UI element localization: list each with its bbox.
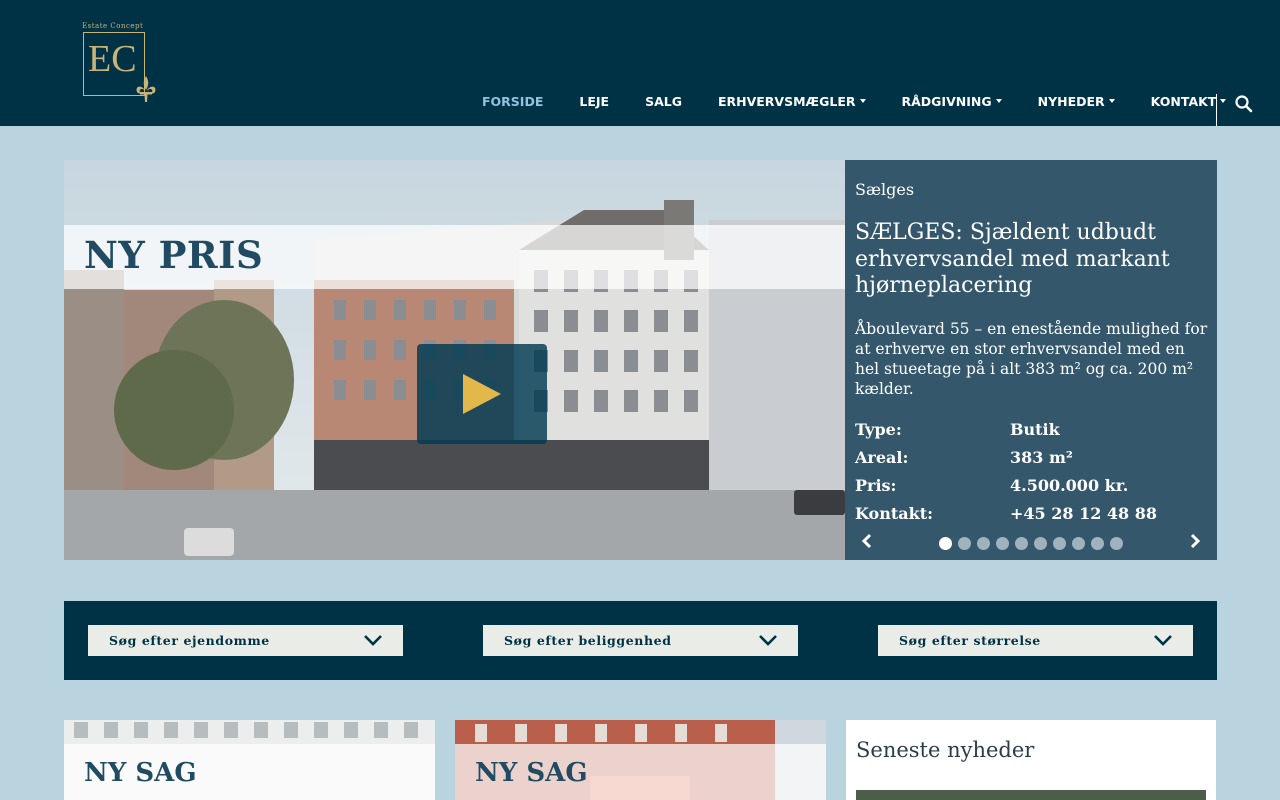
search-icon[interactable] <box>1234 94 1254 114</box>
listing-card-label: NY SAG <box>84 758 197 788</box>
nav-item-raadgivning[interactable]: RÅDGIVNING <box>884 92 1020 110</box>
property-type-select[interactable]: Søg efter ejendomme <box>88 625 403 656</box>
slider-dot[interactable] <box>1072 537 1085 550</box>
nav-item-leje[interactable]: LEJE <box>561 92 627 110</box>
logo-letters: EC <box>88 38 137 80</box>
caret-down-icon <box>995 99 1002 103</box>
slider-dot[interactable] <box>1053 537 1066 550</box>
slider-dot[interactable] <box>939 537 952 550</box>
fact-value-type: Butik <box>1010 420 1060 439</box>
listing-description: Åboulevard 55 – en enestående mulighed f… <box>855 320 1208 398</box>
logo-tagline: Estate Concept <box>82 22 144 30</box>
property-search-bar: Søg efter ejendomme Søg efter beliggenhe… <box>64 601 1217 680</box>
size-label: Søg efter størrelse <box>899 633 1041 648</box>
property-type-label: Søg efter ejendomme <box>109 633 270 648</box>
listing-card[interactable]: NY SAG <box>455 720 826 800</box>
fact-label-type: Type: <box>855 420 902 439</box>
nav-item-forside[interactable]: FORSIDE <box>464 92 561 110</box>
listing-card[interactable]: NY SAG <box>64 720 435 800</box>
slider-dot[interactable] <box>1015 537 1028 550</box>
nav-label: RÅDGIVNING <box>901 93 992 109</box>
main-nav: FORSIDE LEJE SALG ERHVERVSMÆGLER RÅDGIVN… <box>464 92 1244 110</box>
listing-category: Sælges <box>855 180 915 199</box>
fleur-de-lis-icon <box>136 76 156 102</box>
fact-value-price: 4.500.000 kr. <box>1010 476 1129 495</box>
nav-label: FORSIDE <box>482 93 544 109</box>
fact-label-price: Pris: <box>855 476 897 495</box>
site-header: Estate Concept EC FORSIDE LEJE SALG ERHV… <box>0 0 1280 126</box>
nav-item-kontakt[interactable]: KONTAKT <box>1133 92 1245 110</box>
slider-dot[interactable] <box>996 537 1009 550</box>
fact-value-contact: +45 28 12 48 88 <box>1010 504 1158 523</box>
listing-title[interactable]: SÆLGES: Sjældent udbudt erhvervsandel me… <box>855 220 1205 300</box>
nav-label: ERHVERVSMÆGLER <box>717 93 856 109</box>
latest-news-box: Seneste nyheder <box>846 720 1216 800</box>
nav-label: SALG <box>645 93 682 109</box>
fact-value-area: 383 m² <box>1010 448 1073 467</box>
chevron-down-icon <box>1154 635 1172 646</box>
location-select[interactable]: Søg efter beliggenhed <box>483 625 798 656</box>
fact-label-contact: Kontakt: <box>855 504 933 523</box>
chevron-down-icon <box>364 635 382 646</box>
fact-label-area: Areal: <box>855 448 909 467</box>
site-logo[interactable]: Estate Concept EC <box>82 22 158 104</box>
nav-divider <box>1216 94 1217 126</box>
listing-card-label: NY SAG <box>475 758 588 788</box>
slider-dot[interactable] <box>958 537 971 550</box>
latest-news-title: Seneste nyheder <box>856 738 1035 762</box>
play-icon <box>463 374 501 414</box>
nav-label: NYHEDER <box>1037 93 1105 109</box>
chevron-left-icon[interactable] <box>859 532 875 550</box>
caret-down-icon <box>1108 99 1115 103</box>
chevron-right-icon[interactable] <box>1187 532 1203 550</box>
caret-down-icon <box>1220 99 1227 103</box>
nav-item-erhvervsmaegler[interactable]: ERHVERVSMÆGLER <box>700 92 884 110</box>
news-thumbnail[interactable] <box>856 790 1206 800</box>
nav-label: KONTAKT <box>1150 93 1217 109</box>
nav-item-nyheder[interactable]: NYHEDER <box>1020 92 1133 110</box>
chevron-down-icon <box>759 635 777 646</box>
size-select[interactable]: Søg efter størrelse <box>878 625 1193 656</box>
nav-label: LEJE <box>579 93 610 109</box>
listing-info-panel: Sælges SÆLGES: Sjældent udbudt erhvervsa… <box>845 160 1217 560</box>
slider-dot[interactable] <box>1110 537 1123 550</box>
caret-down-icon <box>859 99 866 103</box>
slider-dot[interactable] <box>1034 537 1047 550</box>
slider-dot[interactable] <box>1091 537 1104 550</box>
location-label: Søg efter beliggenhed <box>504 633 672 648</box>
video-play-button[interactable] <box>417 344 547 444</box>
slider-dot[interactable] <box>977 537 990 550</box>
nav-item-salg[interactable]: SALG <box>627 92 700 110</box>
new-price-label: NY PRIS <box>84 233 264 277</box>
slider-dots <box>939 537 1129 550</box>
